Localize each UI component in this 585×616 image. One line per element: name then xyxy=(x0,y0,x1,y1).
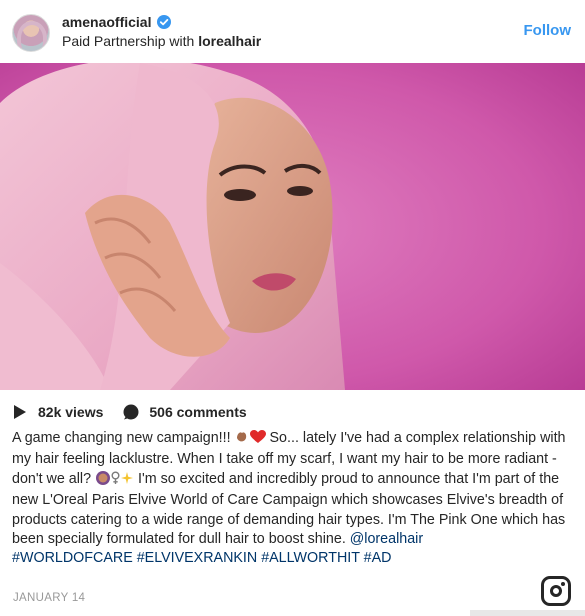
female-sign-emoji xyxy=(111,471,120,491)
partner-link[interactable]: lorealhair xyxy=(198,33,261,49)
red-heart-emoji xyxy=(249,430,266,450)
follow-button[interactable]: Follow xyxy=(524,22,572,39)
post-date: JANUARY 14 xyxy=(13,592,86,604)
post-caption: A game changing new campaign!!! So... la… xyxy=(12,430,566,567)
views-count: 82k views xyxy=(38,404,104,420)
paid-partnership-label: Paid Partnership with lorealhair xyxy=(62,33,262,49)
avatar[interactable] xyxy=(12,14,50,52)
hashtags[interactable]: #WORLDOFCARE #ELVIVEXRANKIN #ALLWORTHIT … xyxy=(12,550,392,566)
instagram-logo-icon[interactable] xyxy=(541,576,571,606)
clapping-hands-emoji xyxy=(235,430,250,450)
post-header: amenaofficial Paid Partnership with lore… xyxy=(0,0,585,62)
views-stat: 82k views xyxy=(14,404,103,420)
comments-count: 506 comments xyxy=(149,404,247,420)
post-image[interactable] xyxy=(0,63,585,390)
comments-stat[interactable]: 506 comments xyxy=(123,404,247,420)
sparkles-emoji xyxy=(120,471,134,491)
post-photo-illustration xyxy=(0,63,585,390)
username-row: amenaofficial xyxy=(62,12,172,32)
instagram-post-embed: amenaofficial Paid Partnership with lore… xyxy=(0,0,585,616)
woman-emoji xyxy=(95,470,111,491)
mention-link[interactable]: @lorealhair xyxy=(350,531,423,547)
footer-strip xyxy=(470,610,585,616)
username[interactable]: amenaofficial xyxy=(62,14,151,30)
play-icon xyxy=(14,405,26,419)
verified-badge-icon xyxy=(157,15,172,29)
comment-bubble-icon xyxy=(123,404,139,420)
post-stats: 82k views 506 comments xyxy=(14,402,247,422)
